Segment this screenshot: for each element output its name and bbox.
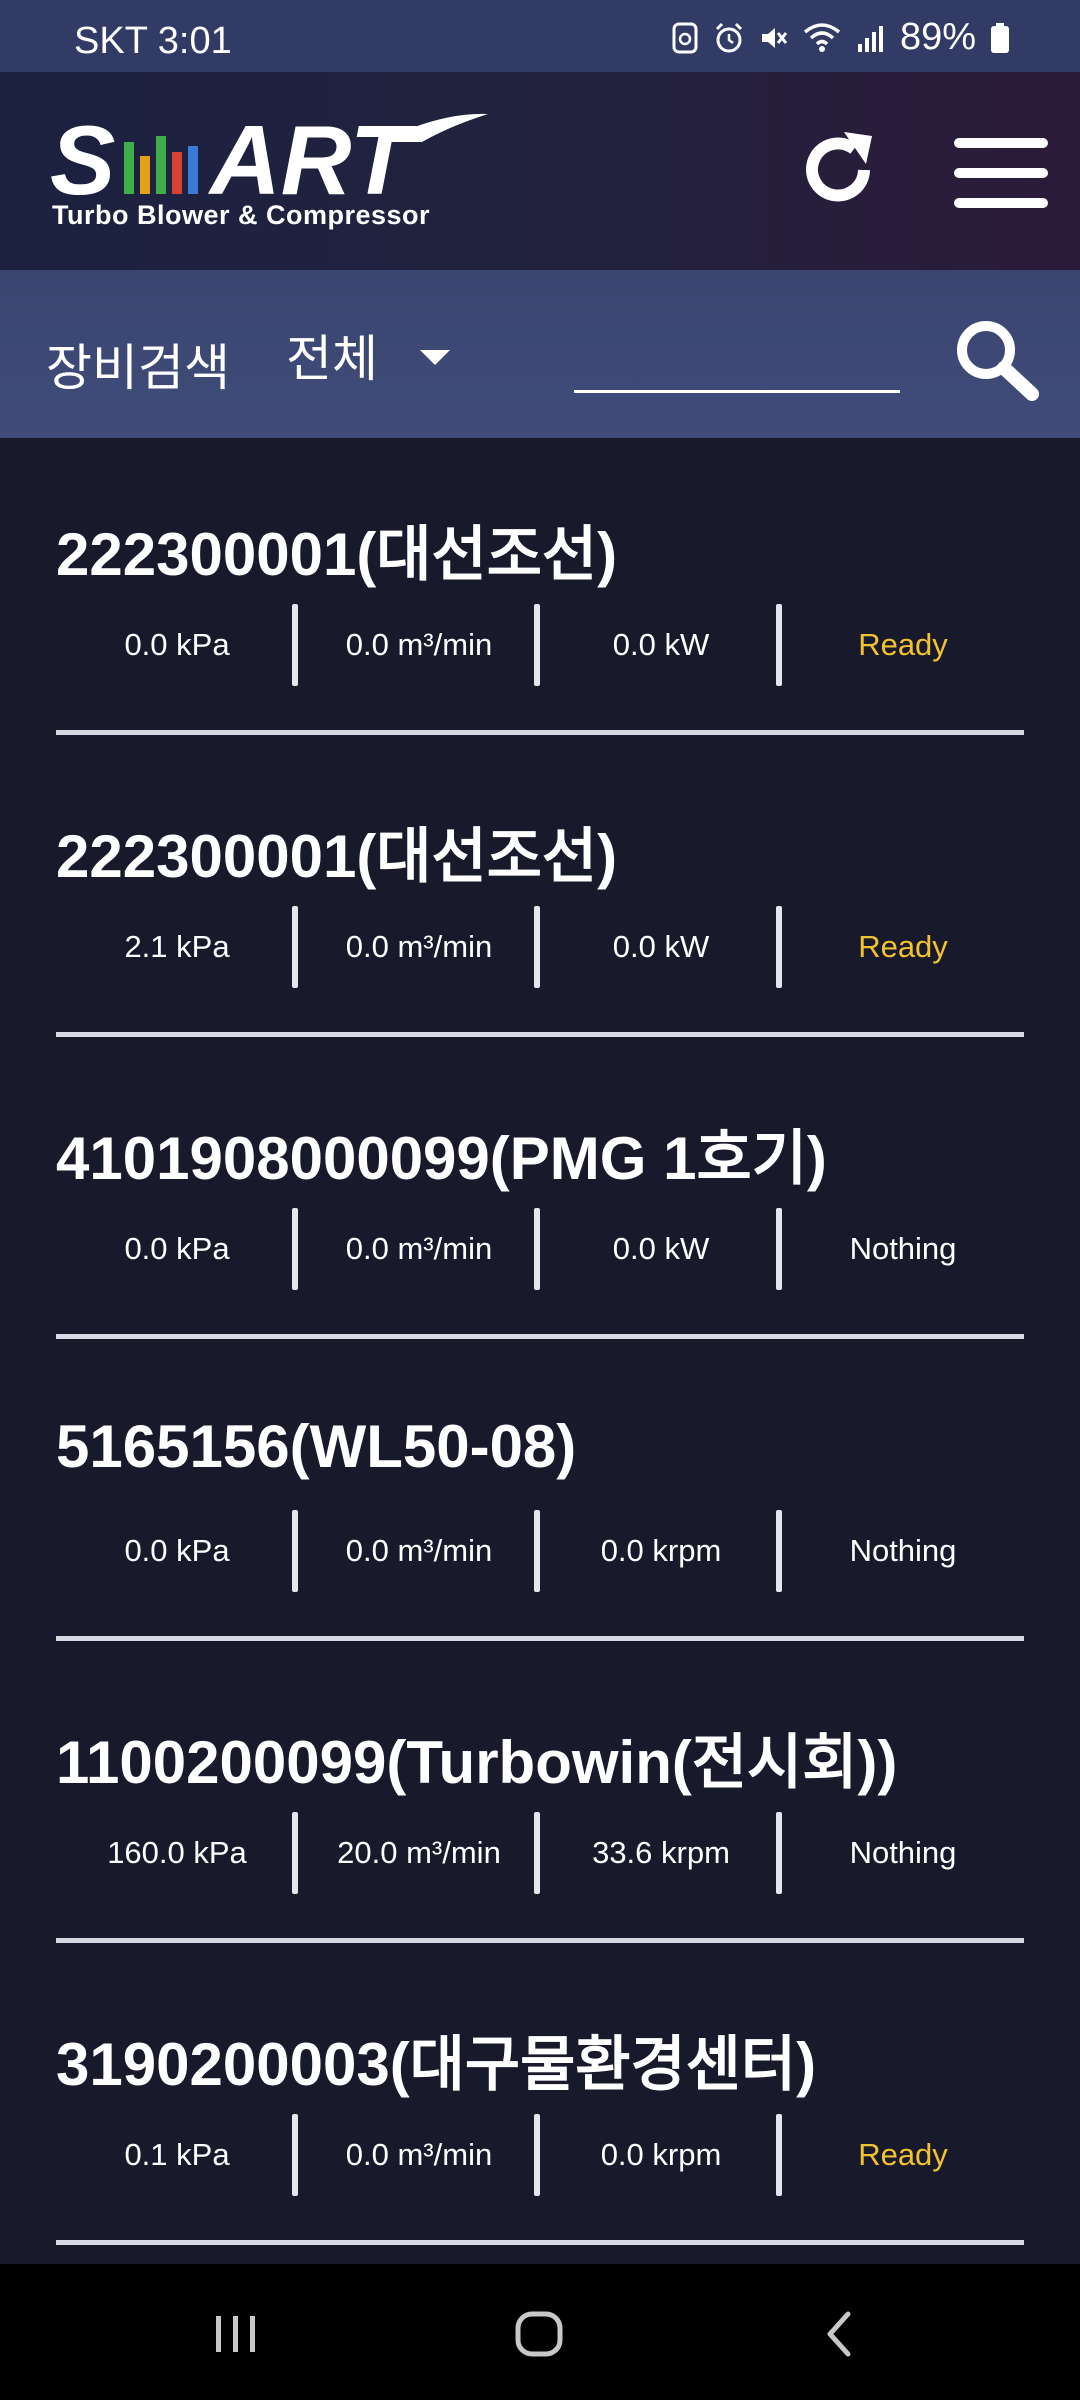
device-name: 222300001(대선조선) (56, 521, 618, 588)
carrier-time: SKT 3:01 (74, 20, 232, 62)
item-divider (56, 1032, 1024, 1037)
device-metrics: 0.1 kPa 0.0 m³/min 0.0 krpm Ready (56, 2114, 1024, 2196)
device-item[interactable]: 5165156(WL50-08) 0.0 kPa 0.0 m³/min 0.0 … (0, 1344, 1080, 1646)
recent-apps-button[interactable] (196, 2294, 276, 2374)
flow-value: 0.0 m³/min (345, 929, 493, 964)
hamburger-menu-button[interactable] (954, 138, 1048, 208)
home-button[interactable] (500, 2294, 580, 2374)
power-value: 0.0 kW (612, 627, 710, 662)
item-divider (56, 2240, 1024, 2245)
flow-value: 0.0 m³/min (345, 1533, 493, 1568)
pressure-value: 0.0 kPa (124, 627, 230, 662)
home-icon (515, 2311, 563, 2357)
pressure-value: 0.1 kPa (124, 2137, 230, 2172)
status-value: Ready (858, 627, 948, 662)
status-value: Nothing (849, 1835, 957, 1870)
logo-subtitle: Turbo Blower & Compressor (52, 200, 431, 230)
battery-percent: 89% (899, 16, 976, 58)
device-item[interactable]: 222300001(대선조선) 2.1 kPa 0.0 m³/min 0.0 k… (0, 740, 1080, 1042)
status-bar: SKT 3:01 89% (0, 0, 1080, 72)
system-nav-bar (0, 2264, 1080, 2400)
menu-line (954, 138, 1048, 148)
speed-value: 33.6 krpm (592, 1835, 730, 1870)
filter-selected-value: 전체 (286, 331, 378, 387)
speed-value: 0.0 krpm (600, 1533, 722, 1568)
search-icon (957, 321, 1039, 401)
search-input[interactable] (574, 330, 900, 393)
pressure-value: 2.1 kPa (124, 929, 230, 964)
item-divider (56, 1334, 1024, 1339)
flow-value: 20.0 m³/min (337, 1835, 501, 1870)
menu-line (954, 168, 1048, 178)
status-value: Ready (858, 2137, 948, 2172)
device-metrics: 2.1 kPa 0.0 m³/min 0.0 kW Ready (56, 906, 1024, 988)
recycle-lock-icon (672, 22, 698, 53)
device-name: 4101908000099(PMG 1호기) (56, 1125, 827, 1192)
status-icons: 89% (670, 16, 1010, 59)
device-name: 5165156(WL50-08) (56, 1413, 577, 1480)
back-icon (827, 2311, 851, 2357)
back-button[interactable] (800, 2294, 880, 2374)
device-search-bar: 장비검색 전체 (0, 270, 1080, 438)
caret-down-icon (420, 349, 450, 365)
device-name: 222300001(대선조선) (56, 823, 618, 890)
flow-value: 0.0 m³/min (345, 627, 493, 662)
power-value: 0.0 kW (612, 1231, 710, 1266)
pressure-value: 0.0 kPa (124, 1231, 230, 1266)
device-metrics: 0.0 kPa 0.0 m³/min 0.0 krpm Nothing (56, 1510, 1024, 1592)
refresh-icon (806, 132, 872, 202)
pressure-value: 0.0 kPa (124, 1533, 230, 1568)
refresh-button[interactable] (790, 122, 886, 218)
app-header: S ART Turbo Blower & Compressor (0, 72, 1080, 270)
recent-apps-icon (216, 2316, 255, 2352)
pressure-value: 160.0 kPa (107, 1835, 247, 1870)
item-divider (56, 730, 1024, 735)
filter-dropdown[interactable]: 전체 (286, 320, 450, 390)
status-value: Ready (858, 929, 948, 964)
svg-text:S: S (50, 105, 115, 215)
power-value: 0.0 kW (612, 929, 710, 964)
device-item[interactable]: 3190200003(대구물환경센터) 0.1 kPa 0.0 m³/min 0… (0, 1948, 1080, 2250)
device-metrics: 160.0 kPa 20.0 m³/min 33.6 krpm Nothing (56, 1812, 1024, 1894)
device-metrics: 0.0 kPa 0.0 m³/min 0.0 kW Ready (56, 604, 1024, 686)
status-value: Nothing (849, 1231, 957, 1266)
flow-value: 0.0 m³/min (345, 1231, 493, 1266)
alarm-icon (715, 22, 742, 52)
svg-text:ART: ART (207, 105, 417, 215)
wifi-icon (803, 22, 841, 52)
battery-icon (991, 22, 1009, 53)
item-divider (56, 1636, 1024, 1641)
device-name: 3190200003(대구물환경센터) (56, 2031, 817, 2098)
signal-icon (857, 25, 883, 52)
flow-value: 0.0 m³/min (345, 2137, 493, 2172)
search-button[interactable] (950, 314, 1042, 406)
menu-line (954, 198, 1048, 208)
device-item[interactable]: 222300001(대선조선) 0.0 kPa 0.0 m³/min 0.0 k… (0, 438, 1080, 740)
search-label: 장비검색 (46, 340, 230, 396)
status-value: Nothing (849, 1533, 957, 1568)
device-item[interactable]: 1100200099(Turbowin(전시회)) 160.0 kPa 20.0… (0, 1646, 1080, 1948)
device-item[interactable]: 4101908000099(PMG 1호기) 0.0 kPa 0.0 m³/mi… (0, 1042, 1080, 1344)
device-list: 222300001(대선조선) 0.0 kPa 0.0 m³/min 0.0 k… (0, 438, 1080, 2264)
item-divider (56, 1938, 1024, 1943)
device-name: 1100200099(Turbowin(전시회)) (56, 1729, 898, 1796)
speed-value: 0.0 krpm (600, 2137, 722, 2172)
mute-icon (761, 27, 788, 48)
device-metrics: 0.0 kPa 0.0 m³/min 0.0 kW Nothing (56, 1208, 1024, 1290)
